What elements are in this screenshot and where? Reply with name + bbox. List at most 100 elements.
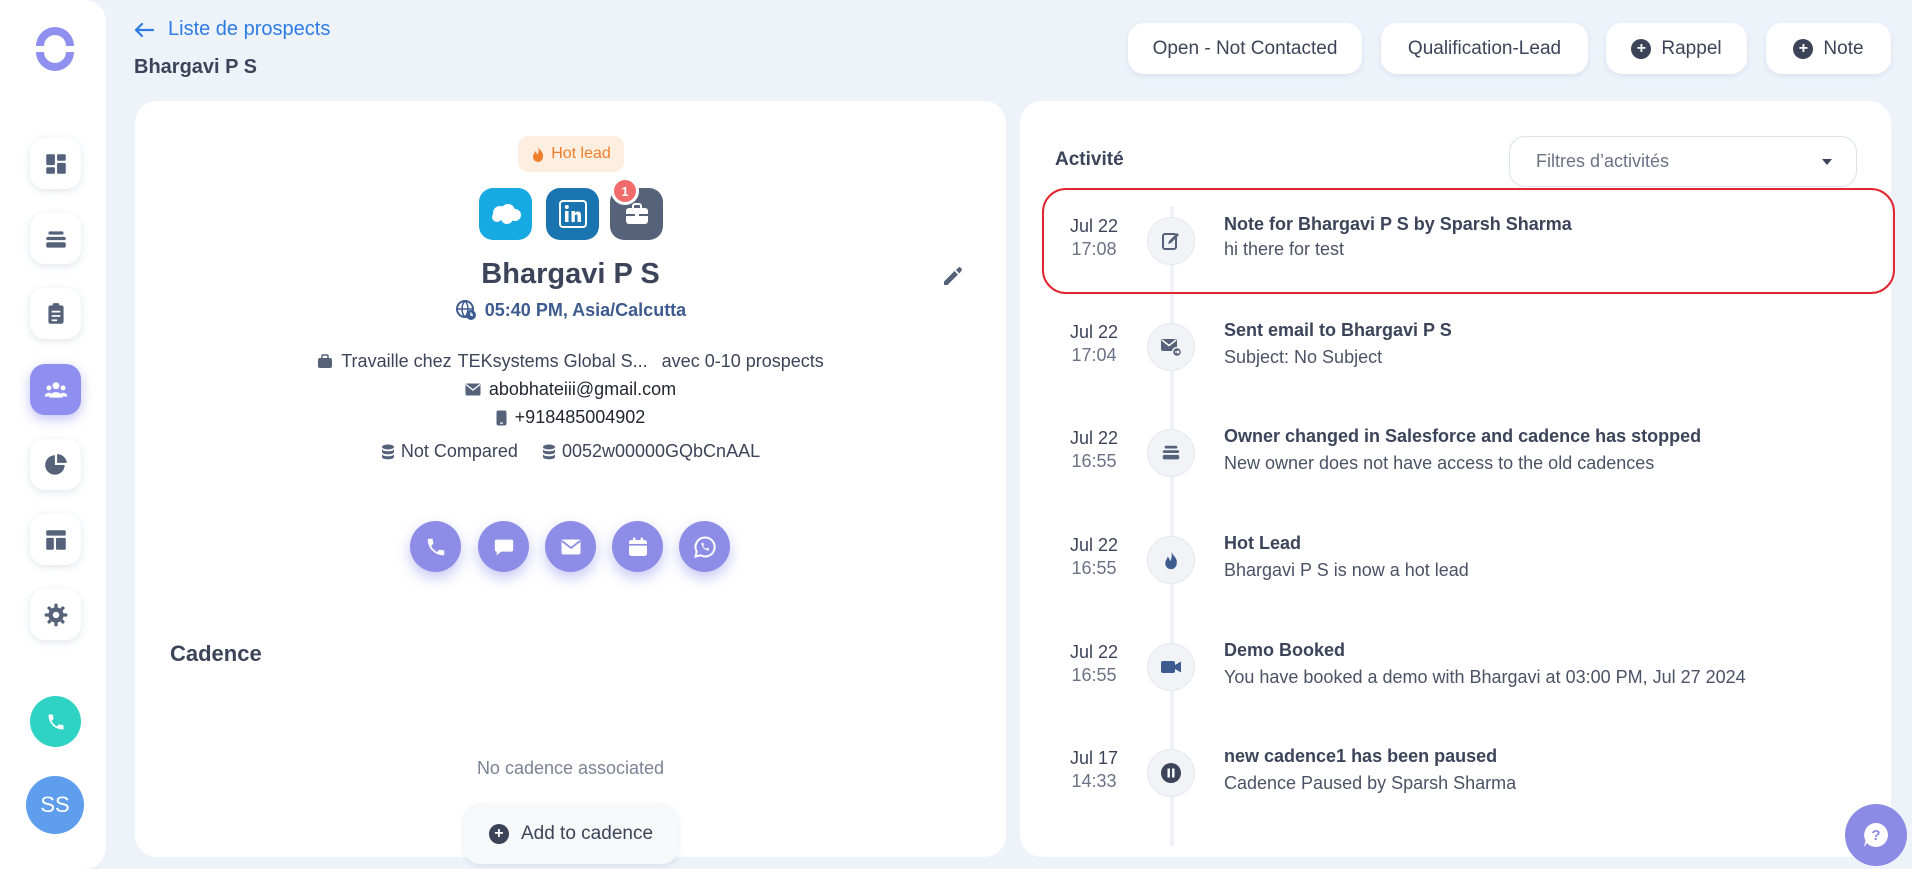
activity-subtitle-text: Cadence Paused by Sparsh Sharma [1224,773,1517,793]
activity-time: 16:55 [1071,665,1117,685]
briefcase-icon [625,203,648,224]
help-button[interactable]: ? [1845,804,1907,866]
lead-name: Bhargavi P S [481,258,660,290]
compare-status-text: Not Compared [400,441,518,461]
dashboard-icon [45,153,66,174]
add-to-cadence-button[interactable]: + Add to cadence [464,804,678,864]
salesforce-id: 0052w00000GQbCnAAL [542,441,760,462]
add-to-cadence-label: Add to cadence [520,823,654,844]
page-title: Bhargavi P S [134,56,258,78]
activity-subtitle-text: Bhargavi P S is now a hot lead [1224,560,1469,580]
linkedin-icon [558,200,587,228]
hot-lead-label: Hot lead [551,145,611,162]
works-at-prefix: Travaille chez [341,351,452,371]
svg-text:?: ? [1871,827,1880,844]
company-name[interactable]: TEKsystems Global S... [458,351,648,372]
activity-title-text: new cadence1 has been paused [1224,746,1498,766]
mail-icon [560,539,581,554]
layout-icon [45,529,66,550]
whatsapp-button[interactable] [679,521,730,572]
activity-title-text: Owner changed in Salesforce and cadence … [1224,426,1702,446]
calendar-icon [628,537,647,556]
sidebar-item-reports[interactable] [30,439,81,490]
pause-icon [1147,749,1195,797]
app-logo[interactable] [31,25,79,73]
lead-timezone: 05:40 PM, Asia/Calcutta [135,299,1006,321]
activity-item[interactable]: Jul 22 16:55 Owner changed in Salesforce… [1020,426,1891,516]
qualification-button[interactable]: Qualification-Lead [1381,23,1588,74]
activity-title-text: Demo Booked [1224,640,1346,660]
database-icon [542,444,555,459]
plus-circle-icon: + [488,824,509,844]
activity-subtitle-text: Subject: No Subject [1224,347,1383,367]
sidebar-item-cadences[interactable] [30,213,81,264]
cadence-section-title: Cadence [170,641,262,666]
salesforce-icon [491,204,521,224]
whatsapp-icon [693,535,716,558]
lead-phone[interactable]: +918485004902 [515,407,646,428]
activity-time: 14:33 [1071,771,1117,791]
sms-button[interactable] [478,521,529,572]
status-button[interactable]: Open - Not Contacted [1128,23,1362,74]
qualification-button-label: Qualification-Lead [1407,37,1562,59]
lead-email[interactable]: abobhateiii@gmail.com [489,379,676,400]
activity-subtitle-text: You have booked a demo with Bhargavi at … [1224,667,1746,687]
activity-title-text: Hot Lead [1224,533,1302,553]
activity-filter-select[interactable]: Filtres d’activités [1509,136,1857,187]
sidebar-item-tasks[interactable] [30,288,81,339]
phone-icon [427,538,444,555]
globe-clock-icon [455,300,476,320]
clipboard-icon [47,302,64,324]
help-chat-icon: ? [1864,823,1888,847]
linkedin-link[interactable] [546,188,599,240]
people-icon [44,381,67,398]
no-cadence-text: No cadence associated [476,758,665,778]
activity-date: Jul 17 [1069,748,1119,768]
reminder-button[interactable]: + Rappel [1606,23,1747,74]
avatar[interactable]: SS [26,776,84,834]
phone-icon [48,714,63,729]
activity-time: 16:55 [1071,558,1117,578]
flame-icon [533,146,544,162]
activity-item[interactable]: Jul 22 16:55 Hot Lead Bhargavi P S is no… [1020,533,1891,623]
back-link[interactable]: Liste de prospects [134,18,330,41]
sidebar-item-settings[interactable] [30,589,81,640]
note-button[interactable]: + Note [1766,23,1891,74]
mail-icon [465,383,481,396]
activity-subtitle-text: New owner does not have access to the ol… [1224,453,1655,473]
sidebar-item-people[interactable] [30,364,81,415]
layers-icon [1147,429,1195,477]
call-button[interactable] [410,521,461,572]
dialer-button[interactable] [30,696,81,747]
database-icon [381,444,394,459]
lead-company-line: Travaille chez TEKsystems Global S... av… [135,351,1006,372]
activity-date: Jul 22 [1069,322,1119,342]
activity-title: Activité [1055,149,1124,170]
activity-item[interactable]: Jul 17 14:33 new cadence1 has been pause… [1020,746,1891,836]
schedule-meeting-button[interactable] [612,521,663,572]
back-link-label: Liste de prospects [168,18,331,40]
mobile-phone-icon [496,410,507,425]
lead-info-card: Hot lead 1 Bhargavi P S 05:40 PM, Asia/C… [135,101,1006,857]
activity-date: Jul 22 [1069,535,1119,555]
company-size: avec 0-10 prospects [661,351,824,371]
flame-icon [1147,536,1195,584]
sidebar-item-templates[interactable] [30,514,81,565]
salesforce-id-text: 0052w00000GQbCnAAL [561,441,761,461]
pencil-edit-icon[interactable] [941,264,965,288]
email-button[interactable] [545,521,596,572]
sidebar: SS [0,0,106,869]
briefcase-icon [318,354,333,368]
layers-icon [45,230,66,248]
compare-status: Not Compared [381,441,518,462]
timezone-text: 05:40 PM, Asia/Calcutta [484,299,687,320]
sidebar-item-dashboard[interactable] [30,138,81,189]
note-button-label: Note [1823,37,1864,59]
plus-circle-icon: + [1631,38,1652,59]
activity-time: 16:55 [1071,451,1117,471]
pie-chart-icon [44,453,67,475]
activity-filter-label: Filtres d’activités [1536,151,1670,171]
activity-item[interactable]: Jul 22 17:04 Sent email to Bhargavi P S … [1020,320,1891,410]
salesforce-link[interactable] [479,188,532,240]
activity-item[interactable]: Jul 22 16:55 Demo Booked You have booked… [1020,640,1891,730]
